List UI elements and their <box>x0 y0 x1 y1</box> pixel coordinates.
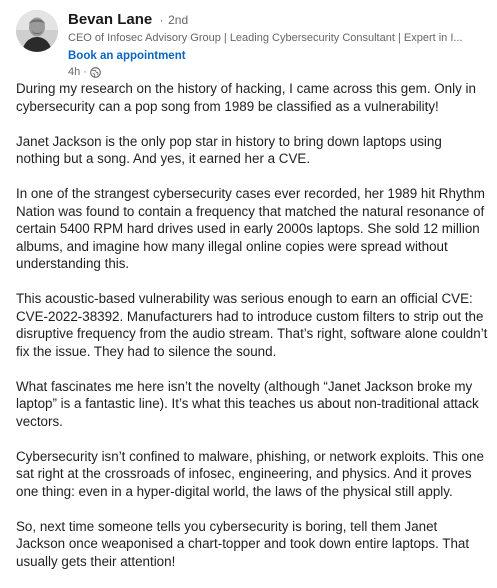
post-time[interactable]: 4h <box>68 64 80 80</box>
post-time-row: 4h · <box>68 64 486 80</box>
post-paragraph: So, next time someone tells you cybersec… <box>16 518 470 569</box>
name-row: Bevan Lane · 2nd <box>68 10 486 30</box>
author-headline: CEO of Infosec Advisory Group | Leading … <box>68 32 463 44</box>
author-meta: Bevan Lane · 2nd CEO of Infosec Advisory… <box>68 10 486 80</box>
connection-degree: 2nd <box>168 13 189 27</box>
feed-post: Bevan Lane · 2nd CEO of Infosec Advisory… <box>0 0 497 588</box>
post-header: Bevan Lane · 2nd CEO of Infosec Advisory… <box>16 10 486 78</box>
author-name[interactable]: Bevan Lane <box>68 11 152 28</box>
post-paragraph: In one of the strangest cybersecurity ca… <box>16 186 485 271</box>
post-paragraph: Cybersecurity isn’t confined to malware,… <box>16 448 484 499</box>
post-paragraph: This acoustic-based vulnerability was se… <box>16 291 488 359</box>
post-paragraph: What fascinates me here isn’t the novelt… <box>16 378 479 429</box>
book-appointment-link[interactable]: Book an appointment <box>68 48 186 64</box>
avatar[interactable] <box>16 10 58 52</box>
globe-icon <box>90 66 101 78</box>
name-separator: · <box>159 13 164 27</box>
time-separator: · <box>83 66 87 78</box>
post-paragraph: During my research on the history of hac… <box>16 81 476 114</box>
avatar-photo <box>16 10 58 52</box>
post-paragraph: Janet Jackson is the only pop star in hi… <box>16 133 442 167</box>
post-body: During my research on the history of hac… <box>16 80 488 588</box>
